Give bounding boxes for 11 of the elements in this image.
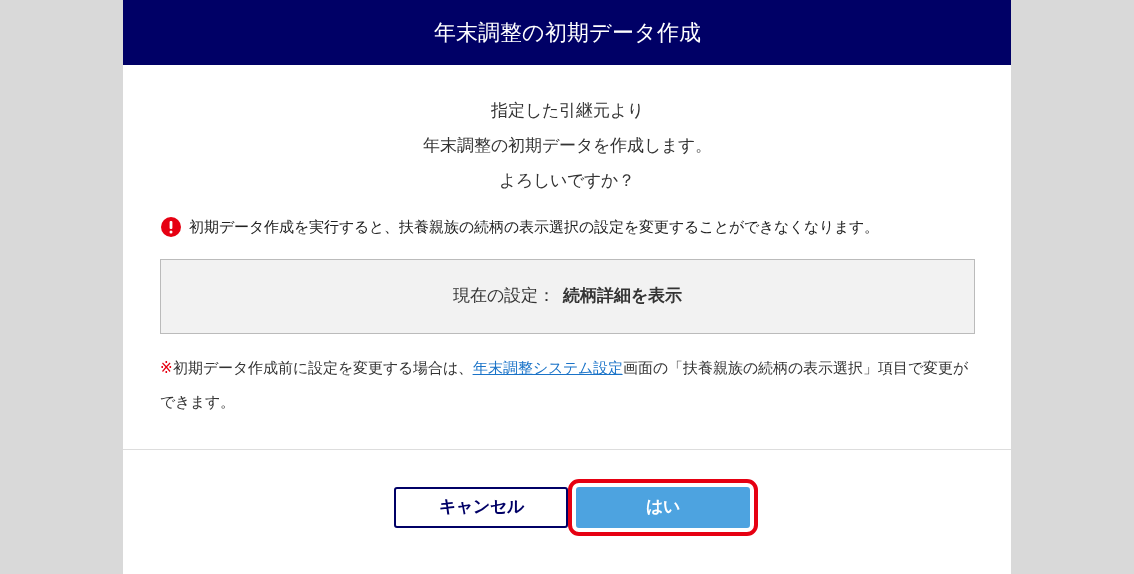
message-text: 年末調整の初期データを作成します。 — [422, 135, 712, 155]
setting-value: 続柄詳細を表示 — [563, 284, 682, 308]
setting-label: 現在の設定： — [453, 284, 555, 308]
warning-text: 初期データ作成を実行すると、扶養親族の続柄の表示選択の設定を変更することができなくなります。 — [189, 217, 879, 238]
message-text: よろしいですか？ — [499, 170, 635, 190]
settings-link[interactable]: 年末調整システム設定 — [472, 358, 623, 377]
cancel-button[interactable]: キャンセル — [394, 486, 568, 528]
note-text: ※初期データ作成前に設定を変更する場合は、年末調整システム設定画面の「扶養親族の続柄の表示選択」項目で変更ができます。 — [160, 357, 969, 413]
dialog-title: 年末調整の初期データ作成 — [123, 0, 1011, 65]
warning-icon — [161, 217, 181, 238]
message-text: 指定した引継元より — [490, 100, 644, 120]
